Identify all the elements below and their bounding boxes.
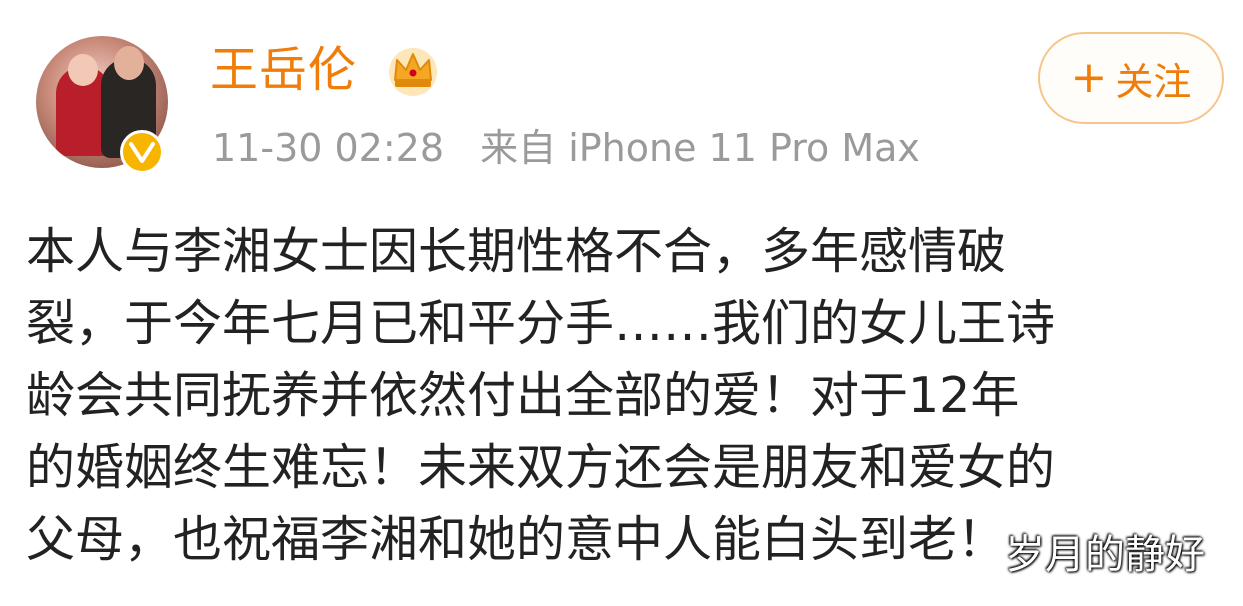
author-name[interactable]: 王岳伦 xyxy=(210,40,357,100)
follow-button[interactable]: + 关注 xyxy=(1038,32,1224,124)
weibo-post-card: 王岳伦 11-30 02:28 来自 iPhone 11 Pro Max + 关… xyxy=(0,0,1243,606)
verified-badge-icon xyxy=(120,130,164,174)
post-body-line: 的婚姻终生难忘！未来双方还会是朋友和爱女的 xyxy=(26,439,1056,496)
follow-button-label: 关注 xyxy=(1115,59,1192,104)
post-body: 本人与李湘女士因长期性格不合，多年感情破 裂，于今年七月已和平分手……我们的女儿… xyxy=(26,216,1226,576)
avatar-head-man xyxy=(114,46,144,80)
crown-icon xyxy=(385,42,441,98)
post-meta: 11-30 02:28 来自 iPhone 11 Pro Max xyxy=(212,124,920,172)
post-body-line: 龄会共同抚养并依然付出全部的爱！对于12年 xyxy=(26,367,1020,424)
post-body-line: 本人与李湘女士因长期性格不合，多年感情破 xyxy=(26,223,1007,280)
post-body-line: 裂，于今年七月已和平分手……我们的女儿王诗 xyxy=(26,295,1056,352)
avatar-head-woman xyxy=(68,54,98,86)
post-timestamp: 11-30 02:28 xyxy=(212,126,445,170)
watermark: 岁月的静好 xyxy=(1005,532,1205,578)
plus-icon: + xyxy=(1070,52,1108,103)
post-source: 来自 iPhone 11 Pro Max xyxy=(480,126,920,170)
